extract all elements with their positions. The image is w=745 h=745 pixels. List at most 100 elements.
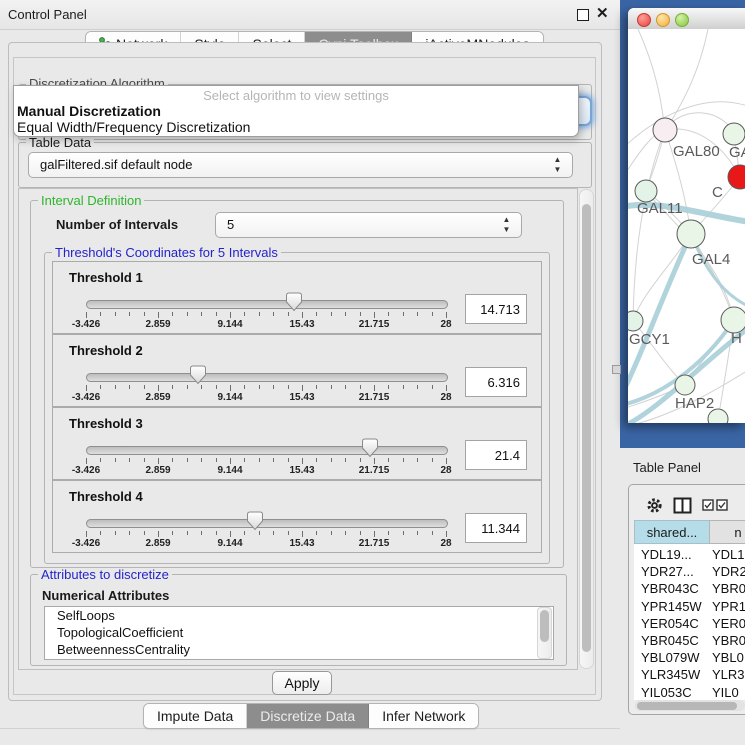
table-row[interactable]: YPR145WYPR1 <box>634 598 745 615</box>
slider-track[interactable] <box>86 373 448 382</box>
algorithm-prompt: Select algorithm to view settings <box>14 86 578 103</box>
slider-tick <box>144 458 145 462</box>
slider-tick <box>345 531 346 535</box>
column-selector-icon[interactable] <box>673 497 692 514</box>
slider-tick <box>216 458 217 462</box>
table-cell: YLR345W <box>641 666 700 683</box>
number-of-intervals-combo[interactable]: 5 ▲▼ <box>215 212 522 238</box>
slider-thumb[interactable] <box>190 365 206 385</box>
close-traffic-light-icon[interactable] <box>637 13 651 27</box>
network-window[interactable]: GAL80GACGAL11GAL4GCY1HHAP2 <box>628 8 745 423</box>
close-icon[interactable]: ✕ <box>596 4 609 22</box>
network-node[interactable] <box>635 180 657 202</box>
table-header-name[interactable]: n <box>709 520 745 544</box>
slider-tick <box>100 531 101 535</box>
slider-tick <box>86 458 87 464</box>
slider-thumb[interactable] <box>362 438 378 458</box>
network-node[interactable] <box>628 311 643 331</box>
network-node[interactable] <box>728 165 745 189</box>
slider-tick <box>172 312 173 316</box>
table-row[interactable]: YBL079WYBL0 <box>634 649 745 666</box>
threshold-value-input[interactable] <box>465 367 527 397</box>
table-cell: YDR2 <box>712 563 745 580</box>
slider-tick <box>374 385 375 391</box>
tab-discretize-data[interactable]: Discretize Data <box>247 704 369 728</box>
slider-tick <box>374 531 375 537</box>
slider-tick <box>288 312 289 316</box>
tab-infer-network[interactable]: Infer Network <box>369 704 478 728</box>
slider-tick <box>417 458 418 462</box>
slider-tick <box>331 385 332 389</box>
zoom-traffic-light-icon[interactable] <box>675 13 689 27</box>
slider-tick <box>187 531 188 535</box>
slider-track[interactable] <box>86 300 448 309</box>
attributes-list-scrollbar[interactable] <box>537 607 552 659</box>
slider-tick <box>403 385 404 389</box>
network-node[interactable] <box>653 118 677 142</box>
float-window-icon[interactable] <box>577 9 589 21</box>
slider-tick <box>388 458 389 462</box>
settings-scrollbar-thumb[interactable] <box>582 204 591 652</box>
slider-tick <box>316 385 317 389</box>
table-row[interactable]: YER054CYER0 <box>634 615 745 632</box>
numerical-attributes-list[interactable]: SelfLoopsTopologicalCoefficientBetweenne… <box>44 606 554 660</box>
network-node[interactable] <box>677 220 705 248</box>
network-node[interactable] <box>723 123 745 145</box>
threshold-label: Threshold 2 <box>69 343 143 358</box>
slider-tick <box>172 458 173 462</box>
table-row[interactable]: YDL19...YDL1 <box>634 546 745 563</box>
attribute-item[interactable]: SelfLoops <box>45 607 553 624</box>
threshold-value-input[interactable] <box>465 294 527 324</box>
minimize-traffic-light-icon[interactable] <box>656 13 670 27</box>
thresholds-group-title: Threshold's Coordinates for 5 Intervals <box>52 246 281 259</box>
attribute-item[interactable]: TopologicalCoefficient <box>45 624 553 641</box>
table-row[interactable]: YIL053CYIL0 <box>634 684 745 700</box>
table-header-shared[interactable]: shared... <box>634 520 710 544</box>
tab-impute-data[interactable]: Impute Data <box>144 704 247 728</box>
slider-thumb[interactable] <box>286 292 302 312</box>
settings-scrollbar[interactable] <box>579 189 594 669</box>
table-data-combo[interactable]: galFiltered.sif default node ▲▼ <box>28 152 573 178</box>
network-window-titlebar[interactable] <box>628 8 745 30</box>
network-canvas[interactable]: GAL80GACGAL11GAL4GCY1HHAP2 <box>628 29 745 423</box>
table-cell: YER0 <box>712 615 745 632</box>
table-cell: YBL0 <box>712 649 744 666</box>
table-row[interactable]: YBR045CYBR0 <box>634 632 745 649</box>
attribute-item[interactable]: BetweennessCentrality <box>45 641 553 658</box>
slider-tick <box>417 385 418 389</box>
slider-tick <box>201 458 202 462</box>
slider-tick-label: 15.43 <box>289 465 314 476</box>
table-cell: YPR145W <box>641 598 702 615</box>
slider-tick <box>316 531 317 535</box>
algorithm-option[interactable]: Equal Width/Frequency Discretization <box>14 119 578 135</box>
algorithm-option[interactable]: Manual Discretization <box>14 103 578 119</box>
slider-tick <box>345 312 346 316</box>
slider-tick <box>129 458 130 462</box>
node-table[interactable]: shared...n YDL19...YDL1YDR27...YDR2YBR043… <box>634 520 745 700</box>
table-row[interactable]: YLR345WYLR3 <box>634 666 745 683</box>
threshold-value-input[interactable] <box>465 440 527 470</box>
slider-tick <box>316 312 317 316</box>
checkbox-icon[interactable] <box>716 499 728 511</box>
table-hscrollbar-thumb[interactable] <box>637 702 737 710</box>
slider-tick <box>273 531 274 535</box>
slider-tick <box>432 458 433 462</box>
gear-icon[interactable] <box>646 497 663 514</box>
table-hscrollbar[interactable] <box>635 700 745 711</box>
threshold-value-input[interactable] <box>465 513 527 543</box>
slider-track[interactable] <box>86 519 448 528</box>
table-row[interactable]: YBR043CYBR0 <box>634 580 745 597</box>
checkbox-icon[interactable] <box>702 499 714 511</box>
apply-button[interactable]: Apply <box>272 671 332 695</box>
slider-tick <box>86 531 87 537</box>
table-row[interactable]: YDR27...YDR2 <box>634 563 745 580</box>
slider-tick <box>86 312 87 318</box>
slider-thumb[interactable] <box>247 511 263 531</box>
network-node[interactable] <box>675 375 695 395</box>
slider-tick <box>144 385 145 389</box>
slider-track[interactable] <box>86 446 448 455</box>
slider-tick <box>201 385 202 389</box>
table-data-value: galFiltered.sif default node <box>40 157 192 172</box>
panel-splitter-handle[interactable] <box>612 365 621 374</box>
attributes-list-scrollbar-thumb[interactable] <box>540 610 549 642</box>
